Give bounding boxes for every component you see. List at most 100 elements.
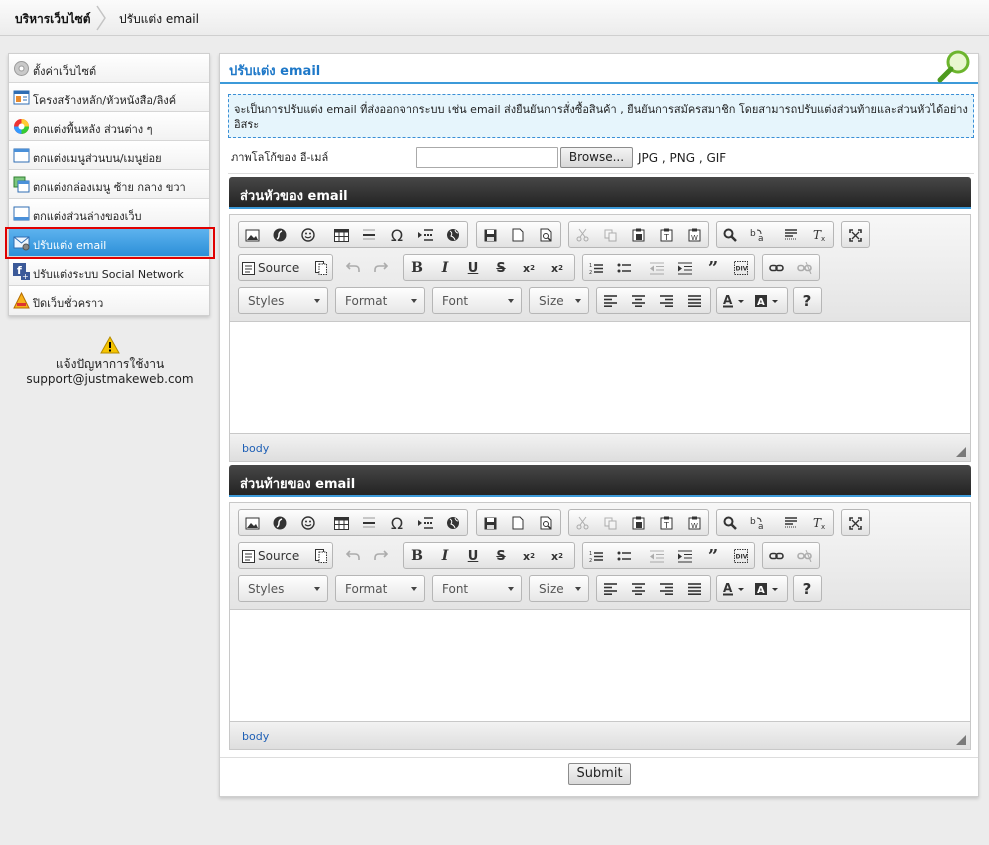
superscript-icon[interactable]: x2: [546, 546, 568, 566]
preview-icon[interactable]: [535, 225, 557, 245]
select-all-icon[interactable]: [780, 225, 802, 245]
outdent-icon[interactable]: [646, 546, 668, 566]
redo-icon[interactable]: [370, 545, 392, 565]
flash-icon[interactable]: [269, 225, 291, 245]
page-break-icon[interactable]: [414, 513, 436, 533]
styles-dropdown[interactable]: Styles: [238, 287, 328, 314]
page-break-icon[interactable]: [414, 225, 436, 245]
flash-icon[interactable]: [269, 513, 291, 533]
undo-icon[interactable]: [342, 545, 364, 565]
table-icon[interactable]: [330, 513, 352, 533]
special-char-icon[interactable]: Ω: [386, 225, 408, 245]
submit-button[interactable]: Submit: [568, 763, 631, 785]
create-div-icon[interactable]: DIV: [730, 546, 752, 566]
element-path[interactable]: body: [242, 730, 269, 743]
align-right-icon[interactable]: [655, 291, 677, 311]
iframe-globe-icon[interactable]: [442, 513, 464, 533]
indent-icon[interactable]: [674, 546, 696, 566]
smiley-icon[interactable]: [297, 225, 319, 245]
replace-icon[interactable]: ba: [747, 225, 769, 245]
resize-handle-icon[interactable]: [956, 735, 966, 745]
styles-dropdown[interactable]: Styles: [238, 575, 328, 602]
help-icon[interactable]: ?: [796, 291, 818, 311]
cut-icon[interactable]: [571, 513, 593, 533]
italic-icon[interactable]: I: [434, 546, 456, 566]
paste-icon[interactable]: [627, 513, 649, 533]
preview-icon[interactable]: [535, 513, 557, 533]
resize-handle-icon[interactable]: [956, 447, 966, 457]
image-icon[interactable]: [241, 225, 263, 245]
copy-icon[interactable]: [599, 225, 621, 245]
font-dropdown[interactable]: Font: [432, 575, 522, 602]
element-path[interactable]: body: [242, 442, 269, 455]
help-icon[interactable]: ?: [796, 579, 818, 599]
select-all-icon[interactable]: [780, 513, 802, 533]
sidebar-item-top-menu[interactable]: ตกแต่งเมนูส่วนบน/เมนูย่อย: [9, 141, 209, 170]
align-center-icon[interactable]: [627, 291, 649, 311]
redo-icon[interactable]: [370, 257, 392, 277]
justify-icon[interactable]: [683, 291, 705, 311]
numbered-list-icon[interactable]: 12: [585, 258, 607, 278]
blockquote-icon[interactable]: ”: [702, 546, 724, 567]
find-icon[interactable]: [719, 513, 741, 533]
maximize-icon[interactable]: [844, 513, 866, 533]
paste-word-icon[interactable]: W: [683, 513, 705, 533]
align-right-icon[interactable]: [655, 579, 677, 599]
new-page-icon[interactable]: [507, 513, 529, 533]
sidebar-item-social[interactable]: f + ปรับแต่งระบบ Social Network: [9, 257, 209, 286]
horizontal-line-icon[interactable]: [358, 225, 380, 245]
bold-icon[interactable]: B: [406, 258, 428, 278]
outdent-icon[interactable]: [646, 258, 668, 278]
sidebar-item-site-settings[interactable]: ตั้งค่าเว็บไซต์: [9, 54, 209, 83]
underline-icon[interactable]: U: [462, 258, 484, 278]
numbered-list-icon[interactable]: 12: [585, 546, 607, 566]
font-dropdown[interactable]: Font: [432, 287, 522, 314]
format-dropdown[interactable]: Format: [335, 287, 425, 314]
sidebar-item-menu-box[interactable]: ตกแต่งกล่องเมนู ซ้าย กลาง ขวา: [9, 170, 209, 199]
sidebar-item-email[interactable]: ปรับแต่ง email: [9, 228, 209, 257]
subscript-icon[interactable]: x2: [518, 258, 540, 278]
templates-icon[interactable]: [310, 546, 332, 566]
find-icon[interactable]: [719, 225, 741, 245]
bulleted-list-icon[interactable]: [613, 546, 635, 566]
paste-icon[interactable]: [627, 225, 649, 245]
remove-format-icon[interactable]: Tx: [808, 225, 830, 245]
justify-icon[interactable]: [683, 579, 705, 599]
copy-icon[interactable]: [599, 513, 621, 533]
align-left-icon[interactable]: [599, 579, 621, 599]
browse-button[interactable]: Browse...: [560, 147, 633, 168]
image-icon[interactable]: [241, 513, 263, 533]
sidebar-item-structure[interactable]: โครงสร้างหลัก/หัวหนังสือ/ลิงค์: [9, 83, 209, 112]
source-button[interactable]: Source: [242, 258, 299, 278]
remove-format-icon[interactable]: Tx: [808, 513, 830, 533]
paste-text-icon[interactable]: T: [655, 513, 677, 533]
save-icon[interactable]: [479, 225, 501, 245]
bold-icon[interactable]: B: [406, 546, 428, 566]
strikethrough-icon[interactable]: S: [490, 546, 512, 566]
sidebar-item-close-site[interactable]: ปิดเว็บชั่วคราว: [9, 286, 209, 315]
unlink-icon[interactable]: [793, 258, 815, 278]
create-div-icon[interactable]: DIV: [730, 258, 752, 278]
underline-icon[interactable]: U: [462, 546, 484, 566]
support-email[interactable]: support@justmakeweb.com: [8, 372, 212, 387]
header-editor-content[interactable]: [230, 322, 970, 433]
size-dropdown[interactable]: Size: [529, 575, 589, 602]
breadcrumb-root[interactable]: บริหารเว็บไซต์: [15, 10, 91, 29]
blockquote-icon[interactable]: ”: [702, 258, 724, 279]
link-icon[interactable]: [765, 546, 787, 566]
superscript-icon[interactable]: x2: [546, 258, 568, 278]
sidebar-item-background[interactable]: ตกแต่งพื้นหลัง ส่วนต่าง ๆ: [9, 112, 209, 141]
sidebar-item-footer[interactable]: ตกแต่งส่วนล่างของเว็บ: [9, 199, 209, 228]
unlink-icon[interactable]: [793, 546, 815, 566]
size-dropdown[interactable]: Size: [529, 287, 589, 314]
templates-icon[interactable]: [310, 258, 332, 278]
horizontal-line-icon[interactable]: [358, 513, 380, 533]
bulleted-list-icon[interactable]: [613, 258, 635, 278]
format-dropdown[interactable]: Format: [335, 575, 425, 602]
new-page-icon[interactable]: [507, 225, 529, 245]
background-color-icon[interactable]: A: [755, 579, 782, 599]
replace-icon[interactable]: ba: [747, 513, 769, 533]
paste-text-icon[interactable]: T: [655, 225, 677, 245]
iframe-globe-icon[interactable]: [442, 225, 464, 245]
text-color-icon[interactable]: A: [723, 291, 748, 311]
